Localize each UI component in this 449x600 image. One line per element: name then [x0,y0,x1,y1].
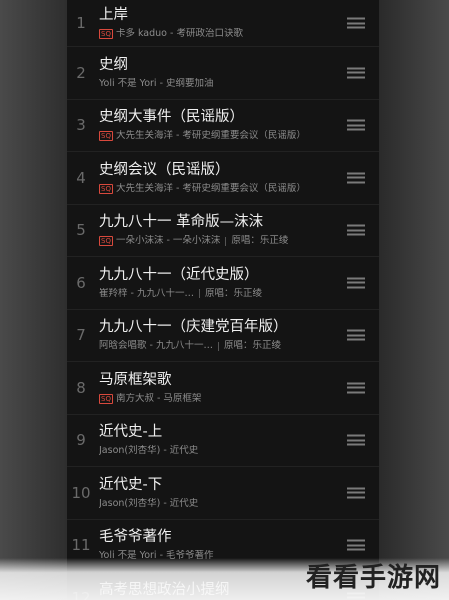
song-index: 2 [76,63,86,82]
song-subtitle-line: SQ 大先生关海洋 - 考研史纲重要会议（民谣版） [99,130,339,142]
drag-handle-icon[interactable] [347,434,365,446]
drag-handle-icon[interactable] [347,119,365,131]
song-subtitle-line: 阿晗会唱歌 - 九九八十一… 原唱：乐正绫 [99,340,339,352]
sq-quality-badge: SQ [99,393,113,404]
watermark-banner: 看看手游网 [0,558,449,600]
song-info: 史纲大事件（民谣版） SQ 大先生关海洋 - 考研史纲重要会议（民谣版） [99,108,339,142]
song-index: 7 [76,326,86,345]
drag-handle-icon[interactable] [347,67,365,79]
song-index: 4 [76,168,86,187]
song-index: 3 [76,116,86,135]
song-subtitle-line: Yoli 不是 Yori - 史纲要加油 [99,78,339,90]
song-info: 九九八十一（近代史版） 崔羚梓 - 九九八十一… 原唱：乐正绫 [99,266,339,300]
song-title: 九九八十一（近代史版） [99,266,259,283]
song-row[interactable]: 1 上岸 SQ 卡多 kaduo - 考研政治口诀歌 [67,0,379,47]
song-artist-album: 阿晗会唱歌 - 九九八十一… [99,340,213,352]
song-row[interactable]: 5 九九八十一 革命版—沫沫 SQ 一朵小沫沫 - 一朵小沫沫 原唱：乐正绫 [67,205,379,257]
drag-handle-icon[interactable] [347,382,365,394]
song-index: 8 [76,378,86,397]
song-subtitle-line: SQ 南方大叔 - 马原框架 [99,393,339,405]
song-index: 9 [76,431,86,450]
song-row[interactable]: 6 九九八十一（近代史版） 崔羚梓 - 九九八十一… 原唱：乐正绫 [67,257,379,310]
song-info: 近代史-下 Jason(刘杏华) - 近代史 [99,476,339,510]
drag-handle-icon[interactable] [347,17,365,29]
song-info: 史纲 Yoli 不是 Yori - 史纲要加油 [99,56,339,90]
song-artist-album: Jason(刘杏华) - 近代史 [99,445,199,457]
subtitle-divider [225,236,227,246]
drag-handle-icon[interactable] [347,487,365,499]
sq-quality-badge: SQ [99,131,113,142]
song-artist-album: Jason(刘杏华) - 近代史 [99,497,199,509]
song-row[interactable]: 8 马原框架歌 SQ 南方大叔 - 马原框架 [67,362,379,415]
song-info: 上岸 SQ 卡多 kaduo - 考研政治口诀歌 [99,6,339,40]
song-artist-album: 大先生关海洋 - 考研史纲重要会议（民谣版） [115,182,306,194]
song-list: 1 上岸 SQ 卡多 kaduo - 考研政治口诀歌 2 史纲 Yoli 不是 Yori -… [67,0,379,600]
song-artist-album: Yoli 不是 Yori - 史纲要加油 [99,77,214,89]
original-singer: 原唱：乐正绫 [204,287,262,299]
song-artist-album: 崔羚梓 - 九九八十一… [99,287,194,299]
song-subtitle-line: SQ 卡多 kaduo - 考研政治口诀歌 [99,28,339,40]
song-artist-album: 一朵小沫沫 - 一朵小沫沫 [115,235,221,247]
song-index: 11 [71,536,91,555]
song-index: 5 [76,221,86,240]
song-subtitle-line: Jason(刘杏华) - 近代史 [99,445,339,457]
original-singer: 原唱：乐正绫 [223,340,281,352]
song-title: 史纲会议（民谣版） [99,161,230,178]
song-info: 九九八十一（庆建党百年版） 阿晗会唱歌 - 九九八十一… 原唱：乐正绫 [99,318,339,352]
song-info: 马原框架歌 SQ 南方大叔 - 马原框架 [99,371,339,405]
sq-quality-badge: SQ [99,236,113,247]
song-title: 近代史-下 [99,476,163,493]
song-subtitle-line: Jason(刘杏华) - 近代史 [99,498,339,510]
song-artist-album: 卡多 kaduo - 考研政治口诀歌 [115,28,243,39]
song-info: 九九八十一 革命版—沫沫 SQ 一朵小沫沫 - 一朵小沫沫 原唱：乐正绫 [99,213,339,247]
song-info: 近代史-上 Jason(刘杏华) - 近代史 [99,423,339,457]
song-row[interactable]: 4 史纲会议（民谣版） SQ 大先生关海洋 - 考研史纲重要会议（民谣版） [67,152,379,205]
background-left [0,0,67,600]
drag-handle-icon[interactable] [347,539,365,551]
song-subtitle-line: 崔羚梓 - 九九八十一… 原唱：乐正绫 [99,288,339,300]
drag-handle-icon[interactable] [347,224,365,236]
subtitle-divider [217,341,219,351]
watermark-text: 看看手游网 [305,563,441,593]
song-title: 史纲大事件（民谣版） [99,109,244,126]
drag-handle-icon[interactable] [347,329,365,341]
song-row[interactable]: 10 近代史-下 Jason(刘杏华) - 近代史 [67,467,379,520]
subtitle-divider [198,289,200,299]
playlist-screen: 1 上岸 SQ 卡多 kaduo - 考研政治口诀歌 2 史纲 Yoli 不是 Yori -… [67,0,379,600]
song-title: 九九八十一 革命版—沫沫 [99,214,264,231]
song-title: 九九八十一（庆建党百年版） [99,319,288,336]
sq-quality-badge: SQ [99,183,113,194]
song-index: 1 [76,14,86,32]
song-artist-album: 南方大叔 - 马原框架 [115,392,202,404]
song-title: 毛爷爷著作 [99,529,172,546]
song-index: 10 [71,483,91,502]
background-right [379,0,449,600]
original-singer: 原唱：乐正绫 [231,235,289,247]
song-artist-album: 大先生关海洋 - 考研史纲重要会议（民谣版） [115,130,306,142]
song-subtitle-line: SQ 大先生关海洋 - 考研史纲重要会议（民谣版） [99,183,339,195]
song-row[interactable]: 3 史纲大事件（民谣版） SQ 大先生关海洋 - 考研史纲重要会议（民谣版） [67,100,379,152]
song-title: 上岸 [99,7,128,23]
drag-handle-icon[interactable] [347,172,365,184]
song-title: 史纲 [99,56,128,73]
song-row[interactable]: 9 近代史-上 Jason(刘杏华) - 近代史 [67,415,379,467]
song-title: 马原框架歌 [99,371,172,388]
song-index: 6 [76,273,86,292]
sq-quality-badge: SQ [99,29,113,39]
song-title: 近代史-上 [99,424,163,441]
song-row[interactable]: 2 史纲 Yoli 不是 Yori - 史纲要加油 [67,47,379,100]
song-info: 史纲会议（民谣版） SQ 大先生关海洋 - 考研史纲重要会议（民谣版） [99,161,339,195]
song-row[interactable]: 7 九九八十一（庆建党百年版） 阿晗会唱歌 - 九九八十一… 原唱：乐正绫 [67,310,379,362]
song-subtitle-line: SQ 一朵小沫沫 - 一朵小沫沫 原唱：乐正绫 [99,235,339,247]
drag-handle-icon[interactable] [347,277,365,289]
